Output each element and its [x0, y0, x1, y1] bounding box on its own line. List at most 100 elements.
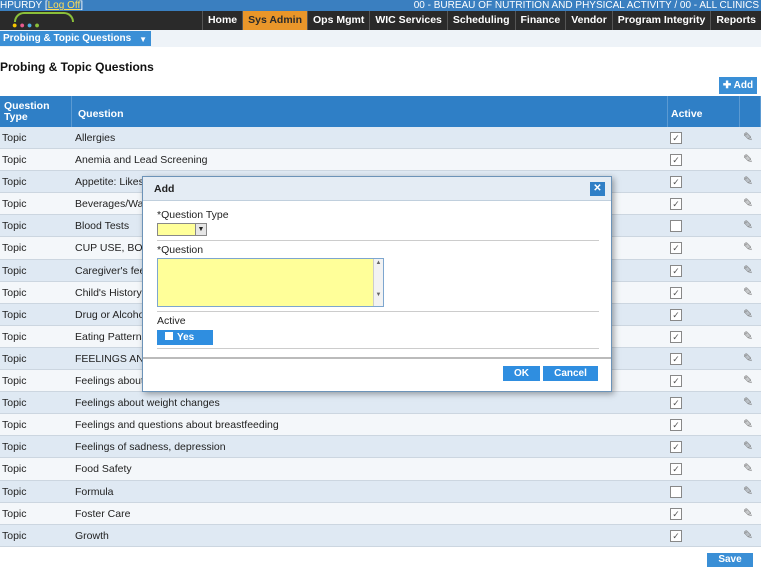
pencil-icon[interactable]: ✎	[743, 175, 756, 188]
pencil-icon[interactable]: ✎	[743, 462, 756, 475]
row-question: Feelings about weight changes	[75, 397, 220, 410]
save-button[interactable]: Save	[707, 553, 753, 567]
section-dropdown[interactable]: Probing & Topic Questions ▼	[0, 31, 151, 46]
checkbox-icon: ✓	[670, 242, 682, 255]
pencil-icon[interactable]: ✎	[743, 351, 756, 365]
pencil-icon[interactable]: ✎	[743, 219, 756, 232]
row-question-type: Topic	[2, 529, 27, 542]
row-question: Anemia and Lead Screening	[75, 154, 208, 167]
sub-nav: Probing & Topic Questions ▼	[0, 30, 761, 47]
row-question: Drug or Alcohol	[75, 308, 147, 321]
table-row[interactable]: Topic Food Safety ✓ ✎	[0, 458, 761, 481]
question-label: *Question	[157, 244, 204, 256]
logoff-link[interactable]: Log Off	[48, 0, 81, 11]
ok-button[interactable]: OK	[503, 366, 540, 381]
row-question: Feelings of sadness, depression	[75, 441, 226, 454]
pencil-icon[interactable]: ✎	[743, 374, 756, 387]
active-field: Active Yes	[157, 315, 599, 349]
pencil-icon[interactable]: ✎	[743, 396, 756, 409]
row-question: Allergies	[75, 132, 116, 144]
pencil-icon[interactable]: ✎	[743, 440, 756, 453]
row-question-type: Topic	[2, 242, 27, 255]
add-button[interactable]: ✚ Add	[719, 77, 757, 94]
pencil-icon[interactable]: ✎	[743, 484, 756, 498]
table-row[interactable]: Topic Feelings about weight changes ✓ ✎	[0, 392, 761, 415]
row-question-type: Topic	[2, 375, 27, 388]
table-row[interactable]: Topic Feelings and questions about breast…	[0, 414, 761, 437]
dialog-title: Add	[154, 183, 175, 195]
logo-marks: ●●●●	[12, 20, 42, 30]
checkbox-icon: ✓	[670, 264, 682, 277]
row-question: Child's History o	[75, 286, 151, 299]
cancel-button[interactable]: Cancel	[543, 366, 598, 381]
nav-menu: Home Sys Admin Ops Mgmt WIC Services Schedul…	[201, 11, 761, 30]
nav-item-home[interactable]: Home	[201, 11, 242, 30]
nav-item-reports[interactable]: Reports	[710, 11, 761, 30]
pencil-icon[interactable]: ✎	[743, 263, 756, 277]
pencil-icon[interactable]: ✎	[743, 197, 756, 210]
nav-item-ops-mgmt[interactable]: Ops Mgmt	[307, 11, 369, 30]
add-dialog: Add ✕ *Question Type ▼ *Question ▲ ▼ Acti…	[142, 176, 612, 392]
table-row[interactable]: Topic Foster Care ✓ ✎	[0, 502, 761, 525]
table-row[interactable]: Topic Growth ✓ ✎	[0, 524, 761, 547]
nav-item-program-integrity[interactable]: Program Integrity	[611, 11, 711, 30]
checkbox-icon: ✓	[670, 176, 682, 189]
pencil-icon[interactable]: ✎	[743, 241, 756, 254]
row-question-type: Topic	[2, 154, 27, 167]
column-header-active[interactable]: Active	[668, 96, 740, 127]
row-question-type: Topic	[2, 441, 27, 454]
nav-item-scheduling[interactable]: Scheduling	[446, 11, 515, 30]
row-question: FEELINGS AND	[75, 352, 152, 365]
plus-icon: ✚	[722, 80, 732, 91]
table-row[interactable]: Topic Anemia and Lead Screening ✓ ✎	[0, 149, 761, 172]
chevron-down-icon[interactable]: ▼	[195, 224, 206, 235]
pencil-icon[interactable]: ✎	[743, 307, 756, 321]
question-textarea[interactable]: ▲ ▼	[157, 258, 384, 307]
pencil-icon[interactable]: ✎	[743, 153, 756, 166]
checkbox-icon: ✓	[670, 154, 682, 167]
pencil-icon[interactable]: ✎	[743, 329, 756, 343]
textarea-scrollbar[interactable]: ▲ ▼	[373, 259, 383, 306]
row-question: Beverages/Wate	[75, 198, 153, 211]
table-row[interactable]: Topic Feelings of sadness, depression ✓ ✎	[0, 436, 761, 459]
row-question-type: Topic	[2, 220, 27, 233]
nav-item-wic-services[interactable]: WIC Services	[369, 11, 447, 30]
question-type-label: *Question Type	[157, 209, 229, 221]
row-question: Growth	[75, 529, 109, 542]
checkbox-icon	[670, 485, 682, 498]
dialog-footer-divider	[143, 357, 611, 359]
row-question-type: Topic	[2, 176, 27, 189]
question-type-field: *Question Type ▼	[157, 209, 599, 241]
checkbox-icon: ✓	[670, 529, 682, 542]
pencil-icon[interactable]: ✎	[743, 506, 756, 520]
row-question-type: Topic	[2, 286, 27, 299]
pencil-icon[interactable]: ✎	[743, 131, 756, 144]
add-button-label: Add	[733, 80, 754, 91]
table-row[interactable]: Topic Formula ✎	[0, 480, 761, 503]
table-row[interactable]: Topic Allergies ✓ ✎	[0, 127, 761, 150]
checkbox-icon: ✓	[670, 198, 682, 211]
column-header-question[interactable]: Question	[72, 96, 668, 127]
row-question-type: Topic	[2, 419, 27, 432]
nav-item-vendor[interactable]: Vendor	[565, 11, 612, 30]
pencil-icon[interactable]: ✎	[743, 418, 756, 431]
pencil-icon[interactable]: ✎	[743, 528, 756, 542]
row-question: Blood Tests	[75, 220, 130, 233]
checkbox-icon: ✓	[670, 397, 682, 410]
nav-item-finance[interactable]: Finance	[514, 11, 566, 30]
nav-item-sys-admin[interactable]: Sys Admin	[242, 11, 308, 30]
checkbox-icon: ✓	[670, 330, 682, 343]
username: HPURDY	[0, 0, 43, 11]
row-question: Feelings and questions about breastfeedi…	[75, 419, 279, 432]
active-toggle[interactable]: Yes	[157, 330, 213, 345]
close-icon[interactable]: ✕	[590, 182, 605, 196]
checkbox-icon: ✓	[670, 507, 682, 520]
checkbox-icon: ✓	[670, 308, 682, 321]
column-header-type[interactable]: Question Type	[0, 96, 72, 127]
active-toggle-label: Yes	[177, 332, 195, 343]
section-dropdown-label: Probing & Topic Questions	[3, 33, 132, 44]
page-title: Probing & Topic Questions	[0, 60, 154, 74]
question-type-select[interactable]: ▼	[157, 223, 207, 236]
pencil-icon[interactable]: ✎	[743, 285, 756, 299]
row-question-type: Topic	[2, 463, 27, 476]
